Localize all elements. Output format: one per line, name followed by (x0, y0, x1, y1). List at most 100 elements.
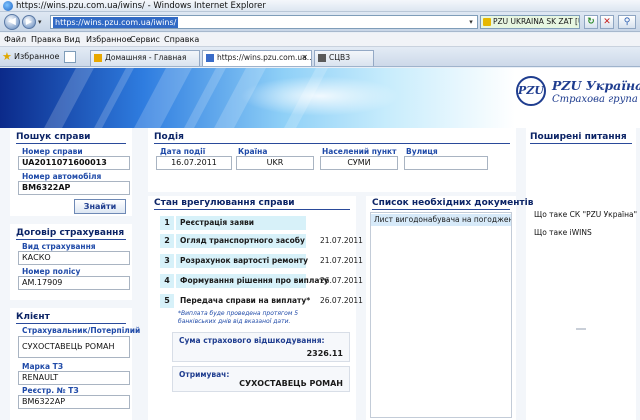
tab-home[interactable]: Домашняя - Главная (90, 50, 200, 66)
insured-field: СУХОСТАВЕЦЬ РОМАН (18, 336, 130, 358)
policy-number-label: Номер полісу (22, 267, 81, 276)
faq-list: Що таке СК "PZU Україна" Що таке iWINS (528, 206, 637, 418)
car-number-input[interactable]: BM6322AP (18, 181, 130, 195)
step-label: Розрахунок вартості ремонту (176, 254, 308, 268)
stop-icon[interactable]: ✕ (600, 15, 614, 29)
url-dropdown-icon[interactable]: ▾ (466, 17, 476, 27)
menu-help[interactable]: Справка (164, 35, 199, 44)
quick-tabs-icon[interactable] (64, 51, 76, 63)
favorites-button[interactable]: ★ Избранное (2, 50, 59, 64)
pzu-logo-icon: PZU (516, 76, 546, 106)
compensation-amount: 2326.11 (306, 349, 343, 358)
find-button[interactable]: Знайти (74, 199, 126, 214)
case-number-input[interactable]: UA2011071600013 (18, 156, 130, 170)
star-icon: ★ (2, 50, 12, 63)
step-label: Огляд транспортного засобу (176, 234, 306, 248)
tab-bar: ★ Избранное Домашняя - Главная https://w… (0, 47, 640, 67)
step-number: 1 (160, 216, 174, 230)
tab-scvz[interactable]: СЦВЗ (314, 50, 374, 66)
client-title: Клієнт (16, 312, 50, 322)
policy-number-field: AM.17909 (18, 276, 130, 290)
vehicle-reg-field: BM6322AP (18, 395, 130, 409)
search-icon[interactable]: ⚲ (618, 15, 636, 29)
menu-tools[interactable]: Сервис (130, 35, 160, 44)
step-date: 26.07.2011 (320, 296, 363, 305)
tab-iwins[interactable]: https://wins.pzu.com.ua... ✕ (202, 50, 312, 66)
step-number: 4 (160, 274, 174, 288)
brand-tagline: Страхова група (552, 94, 638, 105)
favorites-label: Избранное (14, 52, 60, 61)
menu-bar: Файл Правка Вид Избранное Сервис Справка (0, 33, 640, 47)
search-title: Пошук справи (16, 132, 91, 142)
recipient-name: СУХОСТАВЕЦЬ РОМАН (239, 379, 343, 388)
documents-list: Лист вигодонабувача на погодження... (370, 212, 512, 418)
history-dropdown-icon[interactable]: ▾ (38, 18, 42, 26)
documents-panel: Список необхідних документів Лист вигодо… (366, 196, 533, 420)
status-step-3: 3 Розрахунок вартості ремонту 21.07.2011 (160, 254, 363, 268)
tab-label: Домашняя - Главная (105, 53, 187, 62)
page-icon (94, 54, 102, 62)
menu-file[interactable]: Файл (4, 35, 26, 44)
close-tab-icon[interactable]: ✕ (301, 51, 308, 65)
insurance-type-label: Вид страхування (22, 242, 96, 251)
payment-note: *Виплата буде проведена протягом 5 банкі… (178, 310, 299, 325)
status-step-1: 1 Реєстрація заяви (160, 216, 356, 230)
back-arrow-icon[interactable]: ◀ (4, 14, 20, 30)
recipient-box: Отримувач: СУХОСТАВЕЦЬ РОМАН (172, 366, 350, 392)
resize-grip-icon (576, 328, 586, 330)
contract-title: Договір страхування (16, 228, 125, 238)
step-date: 26.07.2011 (320, 276, 363, 285)
page-content: PZU PZU Україна Страхова група Пошук спр… (0, 68, 640, 420)
compensation-label: Сума страхового відшкодування: (179, 336, 325, 345)
case-number-label: Номер справи (22, 147, 83, 156)
lock-icon (483, 18, 491, 26)
vehicle-reg-label: Реєстр. № ТЗ (22, 386, 79, 395)
url-input[interactable]: https://wins.pzu.com.ua/iwins/ ▾ (50, 15, 478, 29)
window-title: https://wins.pzu.com.ua/iwins/ - Windows… (16, 1, 266, 11)
claim-status-panel: Стан врегулювання справи 1 Реєстрація за… (148, 196, 363, 420)
menu-edit[interactable]: Правка (31, 35, 61, 44)
event-panel: Подія Дата події 16.07.2011 Країна UKR Н… (148, 128, 516, 192)
street-label: Вулиця (406, 147, 438, 156)
country-field: UKR (236, 156, 314, 170)
status-step-5: 5 Передача справи на виплату* 26.07.2011 (160, 294, 363, 308)
faq-item[interactable]: Що таке СК "PZU Україна" (534, 210, 637, 219)
step-date: 21.07.2011 (320, 256, 363, 265)
compensation-box: Сума страхового відшкодування: 2326.11 (172, 332, 350, 362)
city-field: СУМИ (320, 156, 398, 170)
documents-title: Список необхідних документів (372, 198, 534, 208)
faq-item[interactable]: Що таке iWINS (534, 228, 592, 237)
document-item[interactable]: Лист вигодонабувача на погодження... (371, 214, 511, 226)
window-titlebar: https://wins.pzu.com.ua/iwins/ - Windows… (0, 0, 640, 12)
client-panel: Клієнт Страхувальник/Потерпілий СУХОСТАВ… (10, 308, 140, 420)
forward-arrow-icon[interactable]: ▶ (22, 15, 36, 29)
url-text: https://wins.pzu.com.ua/iwins/ (53, 17, 179, 28)
brand-name: PZU Україна (552, 78, 640, 93)
contract-panel: Договір страхування Вид страхування КАСК… (10, 224, 132, 300)
certificate-indicator[interactable]: PZU UKRAINA SK ZAT [UA] (480, 15, 580, 29)
ie-logo-icon (3, 1, 13, 11)
menu-view[interactable]: Вид (64, 35, 80, 44)
step-label: Формування рішення про виплату (176, 274, 329, 288)
certificate-label: PZU UKRAINA SK ZAT [UA] (493, 17, 579, 26)
header-banner: PZU PZU Україна Страхова група (0, 68, 640, 128)
page-icon (318, 54, 326, 62)
event-date-label: Дата події (160, 147, 206, 156)
car-number-label: Номер автомобіля (22, 172, 102, 181)
step-number: 3 (160, 254, 174, 268)
recipient-label: Отримувач: (179, 370, 230, 379)
tab-label: СЦВЗ (329, 53, 351, 62)
tab-label: https://wins.pzu.com.ua... (217, 53, 312, 62)
event-title: Подія (154, 132, 184, 142)
insured-label: Страхувальник/Потерпілий (22, 326, 141, 335)
refresh-icon[interactable]: ↻ (584, 15, 598, 29)
step-date: 21.07.2011 (320, 236, 363, 245)
faq-title: Поширені питання (530, 132, 627, 142)
step-label: Передача справи на виплату* (180, 296, 311, 305)
vehicle-make-field: RENAULT (18, 371, 130, 385)
banner-graphic (0, 68, 515, 128)
country-label: Країна (238, 147, 268, 156)
menu-favorites[interactable]: Избранное (86, 35, 131, 44)
status-step-2: 2 Огляд транспортного засобу 21.07.2011 (160, 234, 363, 248)
status-title: Стан врегулювання справи (154, 198, 295, 208)
